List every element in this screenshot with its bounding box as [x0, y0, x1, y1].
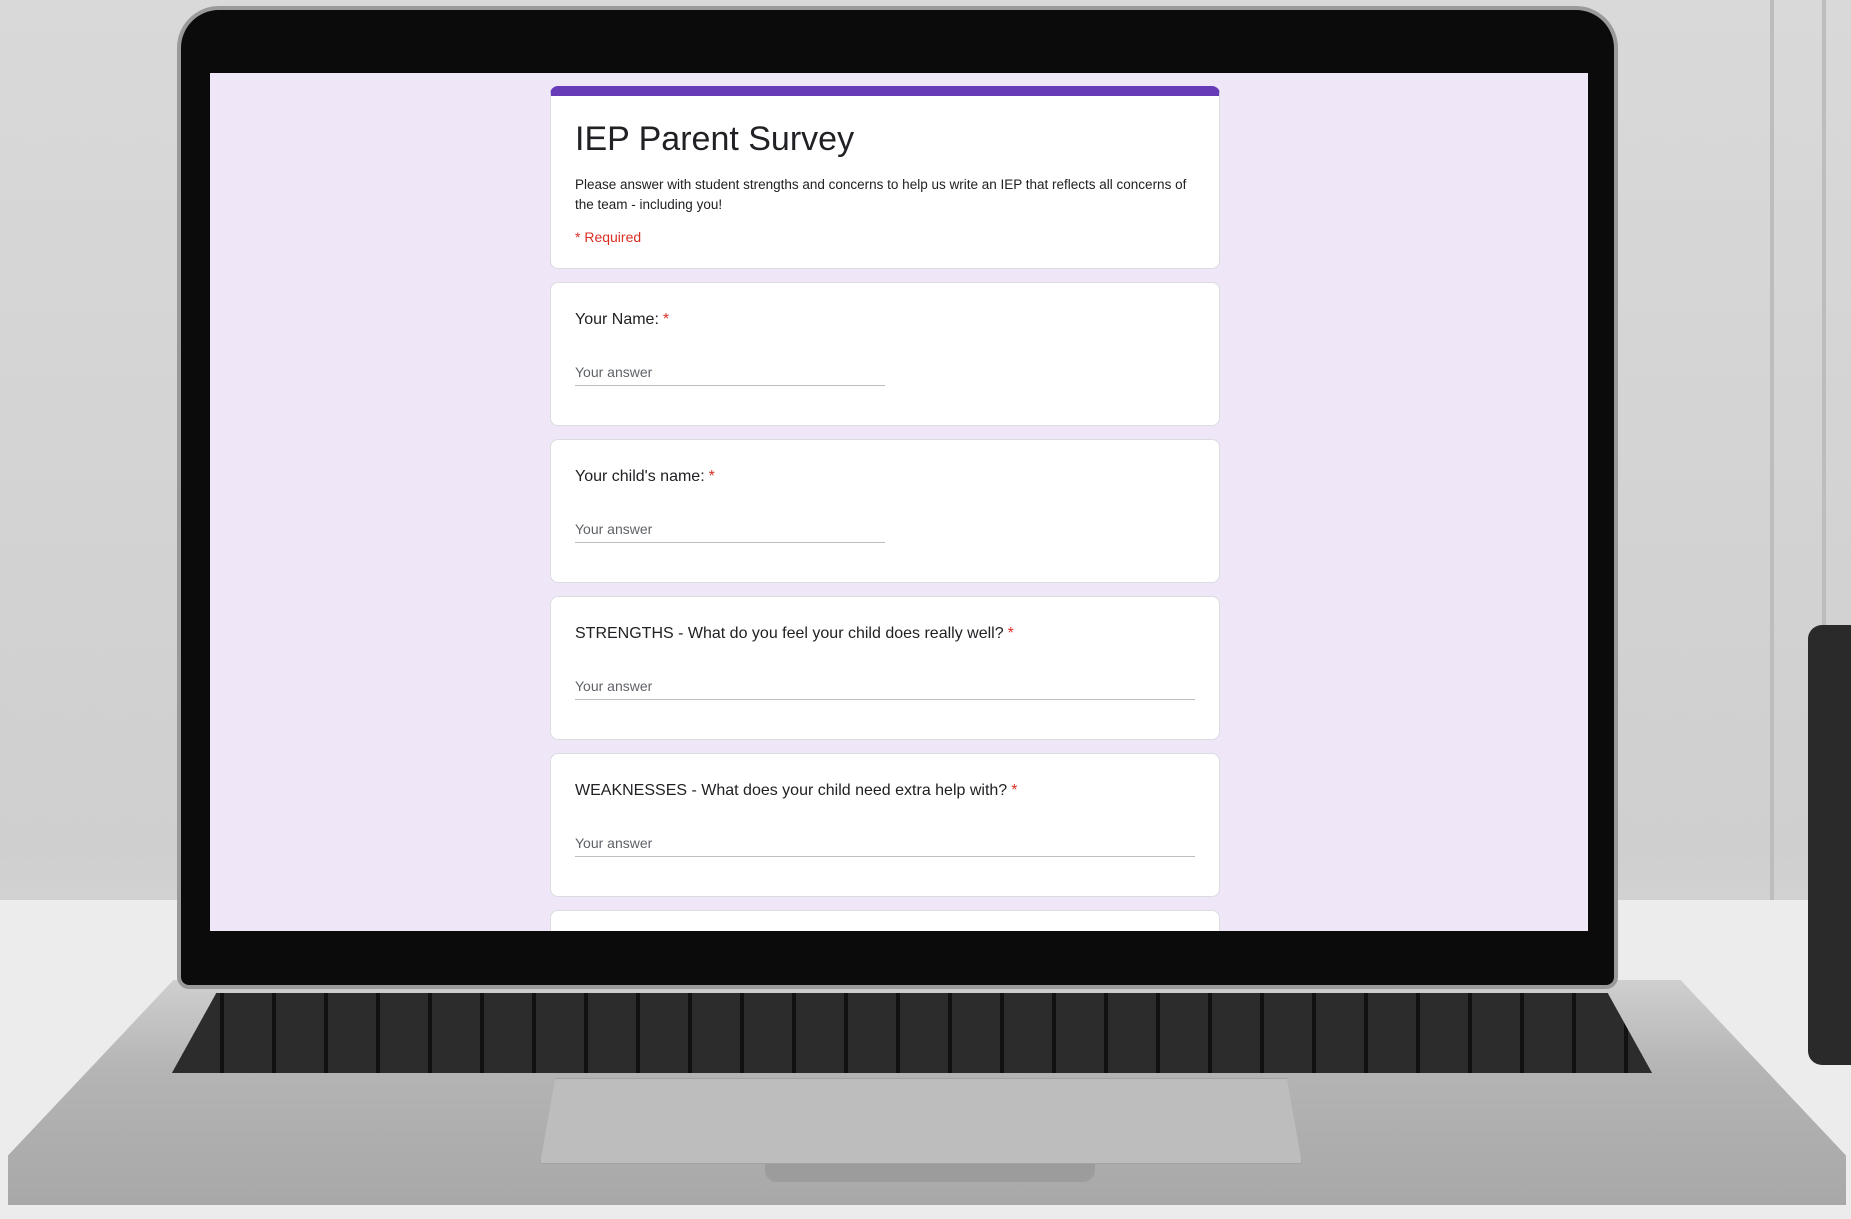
required-asterisk: *	[708, 468, 715, 485]
question-label: WEAKNESSES - What does your child need e…	[575, 782, 1195, 800]
form-description: Please answer with student strengths and…	[575, 177, 1187, 212]
required-asterisk: *	[1007, 625, 1014, 642]
question-text: Your Name:	[575, 311, 659, 328]
laptop-trackpad	[540, 1078, 1302, 1164]
required-asterisk: *	[1011, 782, 1018, 799]
question-text: WEAKNESSES - What does your child need e…	[575, 782, 1008, 799]
strengths-input[interactable]: Your answer	[575, 673, 1195, 700]
form-column: IEP Parent Survey Please answer with stu…	[550, 86, 1220, 931]
your-name-input[interactable]: Your answer	[575, 359, 885, 386]
question-label: Your child's name: *	[575, 468, 1195, 486]
question-text: STRENGTHS - What do you feel your child …	[575, 625, 1004, 642]
question-card-weaknesses: WEAKNESSES - What does your child need e…	[550, 753, 1220, 897]
question-label: STRENGTHS - What do you feel your child …	[575, 625, 1195, 643]
question-label: Your Name: *	[575, 311, 1195, 329]
laptop-notch	[765, 1164, 1095, 1182]
next-question-card-partial	[550, 910, 1220, 931]
required-note: * Required	[575, 229, 642, 245]
question-card-strengths: STRENGTHS - What do you feel your child …	[550, 596, 1220, 740]
weaknesses-input[interactable]: Your answer	[575, 830, 1195, 857]
child-name-input[interactable]: Your answer	[575, 516, 885, 543]
form-title: IEP Parent Survey	[575, 120, 855, 158]
question-card-child-name: Your child's name: * Your answer	[550, 439, 1220, 583]
mug	[1808, 625, 1851, 1065]
question-card-name: Your Name: * Your answer	[550, 282, 1220, 426]
laptop-keyboard	[172, 993, 1652, 1073]
wall-panel-line	[1770, 0, 1774, 900]
required-asterisk: *	[662, 311, 670, 328]
question-text: Your child's name:	[575, 468, 705, 485]
form-header-card: IEP Parent Survey Please answer with stu…	[550, 86, 1220, 269]
laptop-screen: IEP Parent Survey Please answer with stu…	[210, 73, 1588, 931]
